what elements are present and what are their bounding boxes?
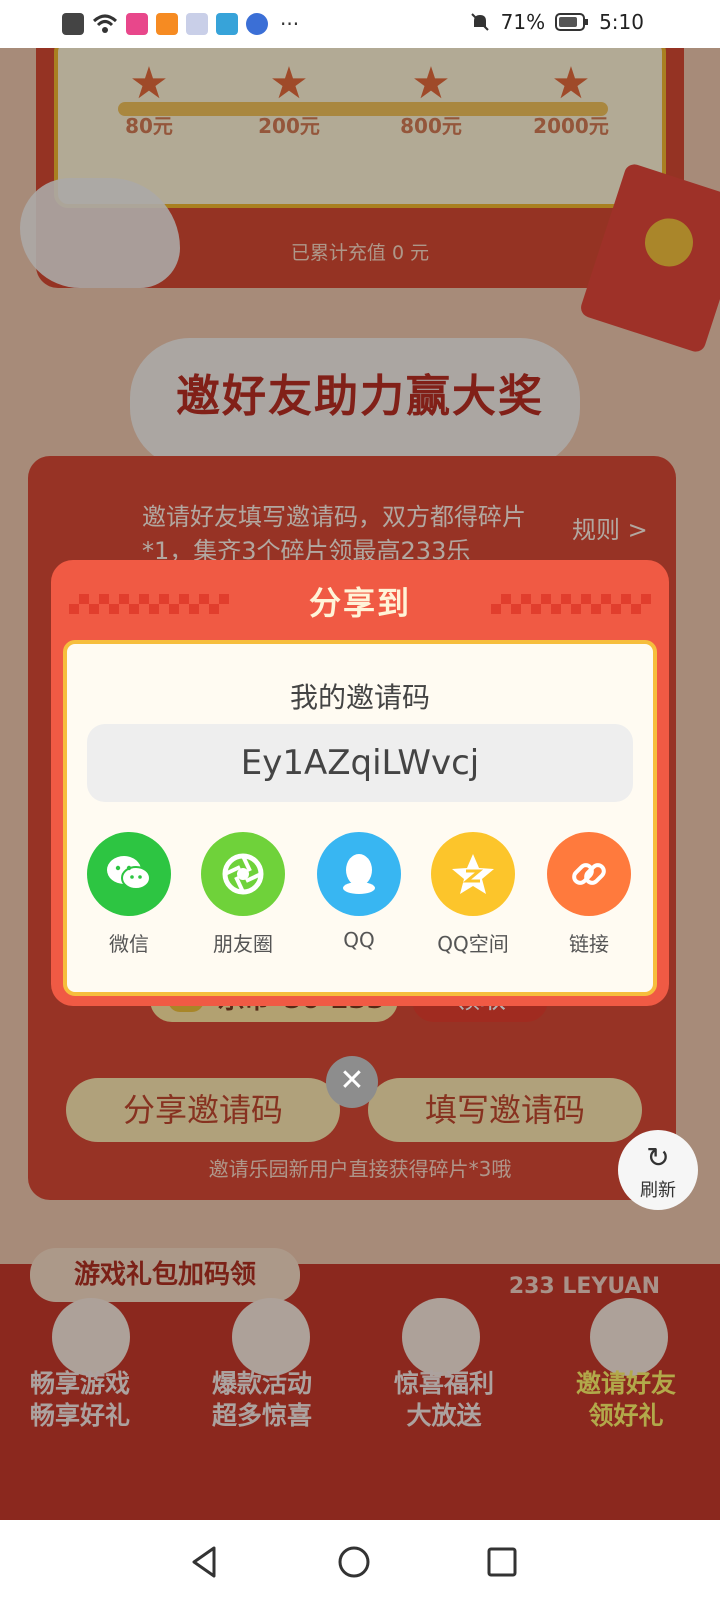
reader-app-icon [216,13,238,35]
video-app-icon [156,13,178,35]
share-label: 朋友圈 [213,932,273,956]
more-notifications: ··· [280,12,300,36]
wechat-icon [87,832,171,916]
refresh-label: 刷新 [640,1180,676,1201]
battery-percent: 71% [500,10,546,34]
status-bar-right: 71% 5:10 [469,10,644,34]
qzone-icon [431,832,515,916]
share-label: QQ [343,928,375,952]
baidu-app-icon [186,13,208,35]
clock: 5:10 [599,10,644,34]
share-label: QQ空间 [437,932,509,956]
refresh-icon: ↻ [646,1141,670,1174]
share-link-button[interactable]: 链接 [539,832,639,957]
recents-icon[interactable] [482,1542,522,1582]
link-icon [547,832,631,916]
invite-code-label: 我的邀请码 [289,681,430,714]
close-dialog-button[interactable]: ✕ [326,1056,378,1108]
share-label: 微信 [109,932,149,956]
share-label: 链接 [569,932,609,956]
back-icon[interactable] [184,1542,224,1582]
alert-icon [62,13,84,35]
qq-icon [317,832,401,916]
invite-code-value[interactable]: Ey1AZqiLWvcj [87,724,633,802]
share-dialog: 分享到 我的邀请码 Ey1AZqiLWvcj 微信 朋友圈 QQ QQ空间 链接 [51,560,669,1006]
system-nav-bar [0,1520,720,1600]
share-moments-button[interactable]: 朋友圈 [193,832,293,957]
status-bar-left: ··· [62,12,299,36]
share-qzone-button[interactable]: QQ空间 [423,832,523,957]
share-wechat-button[interactable]: 微信 [79,832,179,957]
mute-bell-icon [470,13,489,31]
home-icon[interactable] [334,1542,374,1582]
battery-icon [555,13,589,31]
moments-icon [201,832,285,916]
wifi-icon [92,14,118,33]
paw-app-icon [246,13,268,35]
app-notification-icon [126,13,148,35]
status-bar: ··· 71% 5:10 [0,0,720,48]
dialog-body: 我的邀请码 Ey1AZqiLWvcj 微信 朋友圈 QQ QQ空间 链接 [63,640,657,996]
close-icon: ✕ [339,1063,365,1098]
dialog-title: 分享到 [308,584,411,622]
share-qq-button[interactable]: QQ [309,832,409,952]
refresh-button[interactable]: ↻ 刷新 [618,1130,698,1210]
